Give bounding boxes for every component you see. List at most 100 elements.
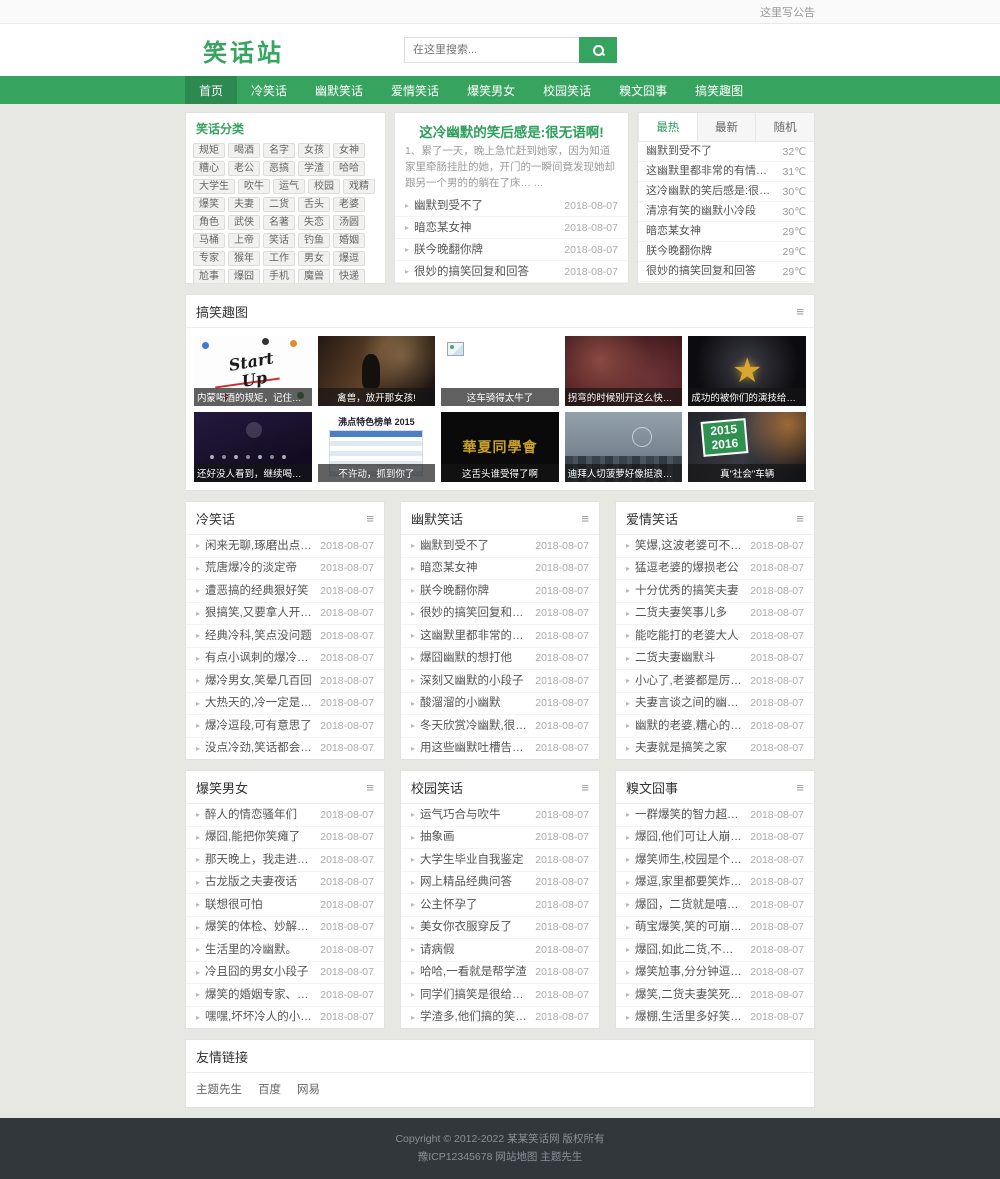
category-tag[interactable]: 角色: [193, 215, 225, 230]
gallery-image[interactable]: 沸点特色榜单 2015 不许动，抓到你了: [318, 412, 436, 482]
article-list-item[interactable]: ▸这幽默里都非常的有情绪啊!2018-08-07: [401, 625, 599, 648]
friend-link[interactable]: 网易: [297, 1081, 320, 1097]
category-tag[interactable]: 魔兽: [298, 269, 330, 284]
article-list-item[interactable]: ▸哈哈,一看就是帮学渣2018-08-07: [401, 962, 599, 985]
article-list-item[interactable]: ▸闲来无聊,琢磨出点冷段子2018-08-07: [186, 535, 384, 558]
article-list-item[interactable]: ▸萌宝爆笑,笑的可崩溃了2018-08-07: [616, 917, 814, 940]
article-list-item[interactable]: ▸联想很可怕2018-08-07: [186, 894, 384, 917]
article-list-item[interactable]: ▸爆笑师生,校园是个欢笑场2018-08-07: [616, 849, 814, 872]
list-icon[interactable]: ≡: [366, 781, 374, 794]
gallery-image[interactable]: 这车骑得太牛了: [441, 336, 559, 406]
hot-list-item[interactable]: 暗恋某女神 29℃: [638, 222, 814, 242]
category-tag[interactable]: 名字: [263, 143, 295, 158]
featured-list-item[interactable]: ▸ 幽默到受不了 2018-08-07: [395, 195, 628, 217]
category-tag[interactable]: 二货: [263, 197, 295, 212]
article-list-item[interactable]: ▸幽默的老婆,糟心的老公!2018-08-07: [616, 715, 814, 738]
article-list-item[interactable]: ▸经典冷科,笑点没问题2018-08-07: [186, 625, 384, 648]
category-tag[interactable]: 上帝: [228, 233, 260, 248]
hot-list-item[interactable]: 很妙的搞笑回复和回答 29℃: [638, 262, 814, 282]
article-list-item[interactable]: ▸二货夫妻幽默斗2018-08-07: [616, 648, 814, 671]
hot-list-item[interactable]: 幽默到受不了 32℃: [638, 142, 814, 162]
gallery-image[interactable]: 2015 2016 真"社会"车辆: [688, 412, 806, 482]
nav-item[interactable]: 幽默笑话: [301, 76, 377, 104]
article-list-item[interactable]: ▸爆冷男女,笑晕几百回2018-08-07: [186, 670, 384, 693]
category-tag[interactable]: 运气: [273, 179, 305, 194]
featured-list-item[interactable]: ▸ 朕今晚翻你牌 2018-08-07: [395, 239, 628, 261]
gallery-image[interactable]: 拐弯的时候别开这么快啊，大哥: [565, 336, 683, 406]
category-tag[interactable]: 校园: [308, 179, 340, 194]
featured-list-item[interactable]: ▸ 很妙的搞笑回复和回答 2018-08-07: [395, 261, 628, 283]
category-tag[interactable]: 名著: [263, 215, 295, 230]
article-list-item[interactable]: ▸请病假2018-08-07: [401, 939, 599, 962]
list-icon[interactable]: ≡: [796, 512, 804, 525]
featured-article-title[interactable]: 这冷幽默的笑后感是:很无语啊!: [395, 113, 628, 144]
nav-item[interactable]: 冷笑话: [237, 76, 301, 104]
category-tag[interactable]: 大学生: [193, 179, 235, 194]
article-list-item[interactable]: ▸爆棚,生活里多好笑的事儿都有2018-08-07: [616, 1007, 814, 1029]
hot-tab[interactable]: 最新: [697, 113, 756, 141]
article-list-item[interactable]: ▸美女你衣服穿反了2018-08-07: [401, 917, 599, 940]
article-list-item[interactable]: ▸十分优秀的搞笑夫妻2018-08-07: [616, 580, 814, 603]
site-logo[interactable]: 笑话站: [203, 33, 284, 68]
article-list-item[interactable]: ▸大学生毕业自我鉴定2018-08-07: [401, 849, 599, 872]
article-list-item[interactable]: ▸酸溜溜的小幽默2018-08-07: [401, 693, 599, 716]
nav-item[interactable]: 搞笑趣图: [681, 76, 757, 104]
nav-item[interactable]: 首页: [185, 76, 237, 104]
article-list-item[interactable]: ▸爆笑尬事,分分钟逗乐你2018-08-07: [616, 962, 814, 985]
article-list-item[interactable]: ▸古龙版之夫妻夜话2018-08-07: [186, 872, 384, 895]
list-icon[interactable]: ≡: [366, 512, 374, 525]
article-list-item[interactable]: ▸爆笑的体检、妙解和泡妞。2018-08-07: [186, 917, 384, 940]
list-icon[interactable]: ≡: [581, 512, 589, 525]
category-tag[interactable]: 女神: [333, 143, 365, 158]
featured-list-item[interactable]: ▸ 暗恋某女神 2018-08-07: [395, 217, 628, 239]
nav-item[interactable]: 校园笑话: [529, 76, 605, 104]
category-tag[interactable]: 爆笑: [193, 197, 225, 212]
category-tag[interactable]: 工作: [263, 251, 295, 266]
gallery-image[interactable]: 華夏同學會 这舌头谁受得了啊: [441, 412, 559, 482]
list-icon[interactable]: ≡: [796, 781, 804, 794]
article-list-item[interactable]: ▸同学们搞笑是很给力的哦2018-08-07: [401, 984, 599, 1007]
article-list-item[interactable]: ▸狠搞笑,又要拿人开涮啦!2018-08-07: [186, 603, 384, 626]
article-list-item[interactable]: ▸冬天欣赏冷幽默,很配哦2018-08-07: [401, 715, 599, 738]
category-tag[interactable]: 尬事: [193, 269, 225, 284]
article-list-item[interactable]: ▸醉人的情恋骚年们2018-08-07: [186, 804, 384, 827]
nav-item[interactable]: 爆笑男女: [453, 76, 529, 104]
article-list-item[interactable]: ▸一群爆笑的智力超群人士2018-08-07: [616, 804, 814, 827]
search-input[interactable]: [404, 37, 579, 63]
category-tag[interactable]: 舌头: [298, 197, 330, 212]
category-tag[interactable]: 爆囧: [228, 269, 260, 284]
gallery-image[interactable]: 还好没人看到，继续喝我的八二年: [194, 412, 312, 482]
article-list-item[interactable]: ▸有点小讽刺的爆冷囧事2018-08-07: [186, 648, 384, 671]
category-tag[interactable]: 哈哈: [333, 161, 365, 176]
article-list-item[interactable]: ▸爆逗,家里都要笑炸窝啦!2018-08-07: [616, 872, 814, 895]
article-list-item[interactable]: ▸学渣多,他们搞的笑就也多2018-08-07: [401, 1007, 599, 1029]
article-list-item[interactable]: ▸公主怀孕了2018-08-07: [401, 894, 599, 917]
article-list-item[interactable]: ▸爆冷逗段,可有意思了2018-08-07: [186, 715, 384, 738]
article-list-item[interactable]: ▸朕今晚翻你牌2018-08-07: [401, 580, 599, 603]
category-tag[interactable]: 爆逗: [333, 251, 365, 266]
article-list-item[interactable]: ▸深刻又幽默的小段子2018-08-07: [401, 670, 599, 693]
category-tag[interactable]: 夫妻: [228, 197, 260, 212]
article-list-item[interactable]: ▸爆囧,如此二货,不笑都难2018-08-07: [616, 939, 814, 962]
article-list-item[interactable]: ▸运气巧合与吹牛2018-08-07: [401, 804, 599, 827]
article-list-item[interactable]: ▸那天晚上，我走进个小巷子...2018-08-07: [186, 849, 384, 872]
gallery-image[interactable]: Start Up 内蒙喝酒的规矩，记住名字: [194, 336, 312, 406]
article-list-item[interactable]: ▸猛逗老婆的爆损老公2018-08-07: [616, 558, 814, 581]
article-list-item[interactable]: ▸遭恶搞的经典狠好笑2018-08-07: [186, 580, 384, 603]
article-list-item[interactable]: ▸爆笑的婚姻专家、救苦母等2018-08-07: [186, 984, 384, 1007]
article-list-item[interactable]: ▸小心了,老婆都是厉害角色2018-08-07: [616, 670, 814, 693]
article-list-item[interactable]: ▸嘿嘿,坏坏冷人的小笑话2018-08-07: [186, 1007, 384, 1029]
article-list-item[interactable]: ▸二货夫妻笑事儿多2018-08-07: [616, 603, 814, 626]
article-list-item[interactable]: ▸没点冷劲,笑话都会没人看的2018-08-07: [186, 738, 384, 760]
article-list-item[interactable]: ▸爆囧，二货就是嘻哈帮2018-08-07: [616, 894, 814, 917]
hot-list-item[interactable]: 朕今晚翻你牌 29℃: [638, 242, 814, 262]
article-list-item[interactable]: ▸很妙的搞笑回复和回答2018-08-07: [401, 603, 599, 626]
article-list-item[interactable]: ▸笑爆,这波老婆可不是盖的2018-08-07: [616, 535, 814, 558]
friend-link[interactable]: 主题先生: [196, 1081, 242, 1097]
category-tag[interactable]: 婚姻: [333, 233, 365, 248]
article-list-item[interactable]: ▸爆囧,他们可让人崩溃了2018-08-07: [616, 827, 814, 850]
search-button[interactable]: [579, 37, 617, 63]
article-list-item[interactable]: ▸荒唐爆冷的淡定帝2018-08-07: [186, 558, 384, 581]
category-tag[interactable]: 专家: [193, 251, 225, 266]
article-list-item[interactable]: ▸爆囧,能把你笑瘫了2018-08-07: [186, 827, 384, 850]
